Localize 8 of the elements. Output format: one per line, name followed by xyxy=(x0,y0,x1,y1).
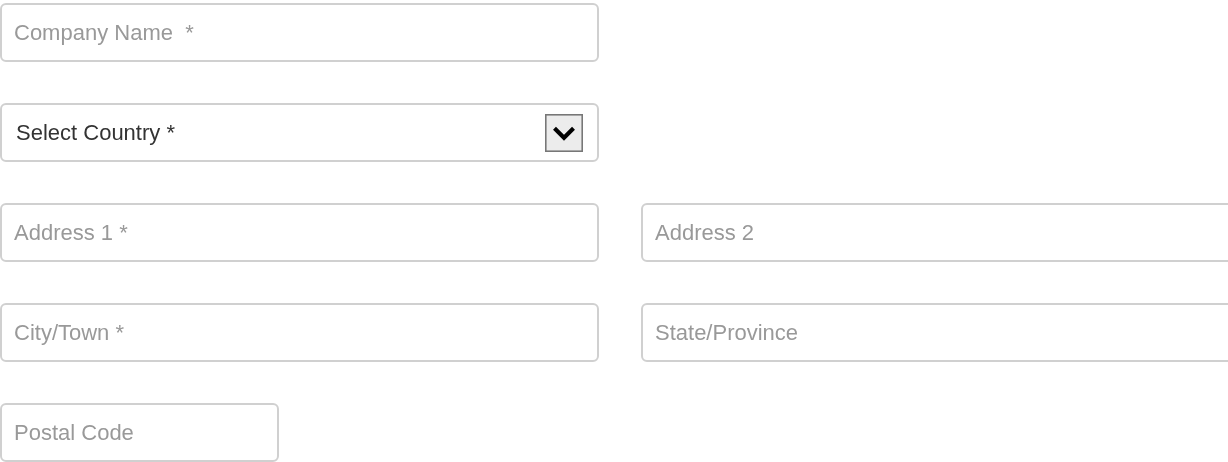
input-field[interactable]: State/Province xyxy=(641,303,1228,362)
input-field[interactable]: Company Name * xyxy=(0,3,599,62)
chevron-down-icon[interactable] xyxy=(545,113,583,152)
country-dropdown[interactable]: Select Country * xyxy=(0,103,599,162)
input-field[interactable]: City/Town * xyxy=(0,303,599,362)
input-field[interactable]: Address 1 * xyxy=(0,203,599,262)
input-field[interactable]: Postal Code xyxy=(0,403,279,462)
input-field[interactable]: Address 2 xyxy=(641,203,1228,262)
